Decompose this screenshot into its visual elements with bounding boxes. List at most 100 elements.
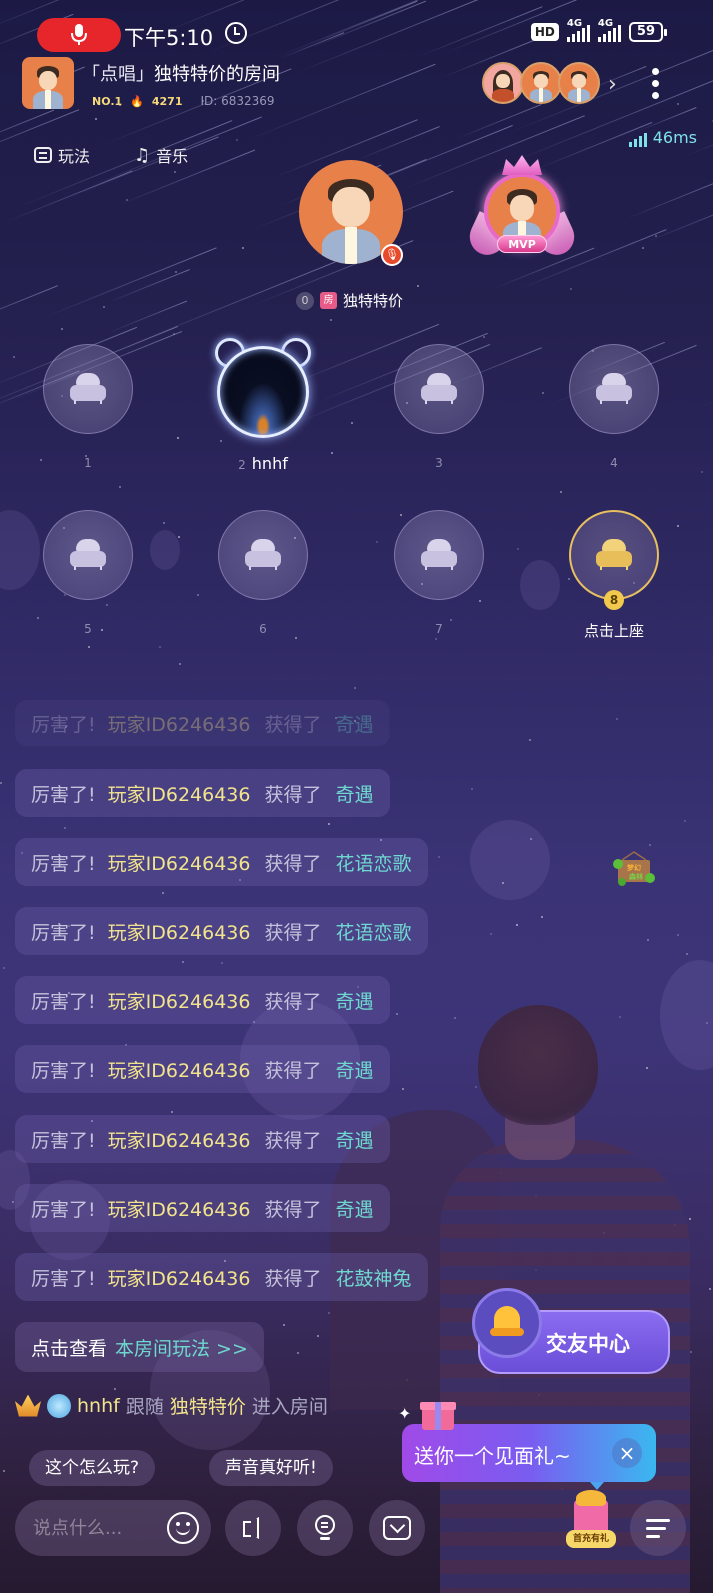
empty-seat[interactable]	[218, 510, 308, 600]
message-prefix: 厉害了!	[31, 990, 96, 1013]
meteor-streak	[315, 0, 418, 43]
seat-label: 3	[374, 456, 504, 470]
chat-message[interactable]: 厉害了! 玩家ID6246436 获得了 奇遇	[15, 1115, 390, 1163]
room-rules-link[interactable]: 本房间玩法 >>	[115, 1334, 248, 1361]
meteor-streak	[107, 269, 191, 304]
seat-number: 5	[84, 622, 92, 636]
followed-username[interactable]: 独特特价	[170, 1392, 246, 1419]
message-prefix: 厉害了!	[31, 1129, 96, 1152]
chat-message[interactable]: 厉害了! 玩家ID6246436 获得了 奇遇	[15, 1045, 390, 1093]
star	[178, 536, 180, 539]
dream-forest-sign-icon[interactable]: 梦幻 森林	[612, 850, 656, 886]
chat-input[interactable]	[33, 1517, 153, 1539]
music-button[interactable]: ♫ 音乐	[134, 140, 188, 170]
empty-seat[interactable]	[394, 344, 484, 434]
friend-center-bell[interactable]	[472, 1288, 542, 1358]
mic-seat-6[interactable]: 6	[218, 510, 308, 636]
online-user-avatar[interactable]	[520, 62, 562, 104]
message-username[interactable]: 玩家ID6246436	[108, 710, 251, 737]
star	[295, 636, 298, 639]
speaker-button[interactable]	[225, 1500, 281, 1556]
star	[471, 787, 474, 790]
message-verb: 获得了	[264, 1267, 322, 1290]
message-gift-name: 奇遇	[335, 713, 374, 736]
online-user-avatar[interactable]	[482, 62, 524, 104]
occupied-seat-avatar[interactable]	[213, 338, 313, 438]
bokeh-light	[470, 820, 550, 900]
message-username[interactable]: 玩家ID6246436	[108, 918, 251, 945]
meteor-streak	[694, 328, 713, 411]
sofa-icon	[596, 373, 632, 405]
star	[395, 1013, 398, 1016]
empty-seat[interactable]	[43, 344, 133, 434]
chat-message[interactable]: 厉害了! 玩家ID6246436 获得了 花鼓神兔	[15, 1253, 428, 1301]
chat-message[interactable]: 厉害了! 玩家ID6246436 获得了 奇遇	[15, 1184, 390, 1232]
mvp-avatar[interactable]: MVP	[463, 155, 581, 261]
online-user-avatar[interactable]	[558, 62, 600, 104]
star	[106, 604, 109, 607]
background-figure	[478, 1005, 598, 1125]
wealth-level-badge-icon	[15, 1394, 41, 1417]
take-seat-label[interactable]: 点击上座	[549, 620, 679, 641]
more-options-icon[interactable]	[652, 68, 659, 99]
latency-value: 46ms	[652, 128, 697, 147]
star	[645, 1067, 648, 1070]
mic-button[interactable]	[297, 1500, 353, 1556]
menu-button[interactable]	[630, 1500, 686, 1556]
mic-seat-2[interactable]: 2 hnhf	[215, 338, 311, 473]
first-charge-gift-button[interactable]: 首充有礼	[566, 1490, 616, 1560]
chevron-right-icon[interactable]: ›	[608, 72, 617, 97]
play-rules-button[interactable]: 玩法	[34, 140, 90, 170]
chat-message[interactable]: 厉害了! 玩家ID6246436 获得了 花语恋歌	[15, 907, 428, 955]
mic-seat-8[interactable]: 8 点击上座	[569, 510, 659, 640]
message-username[interactable]: 玩家ID6246436	[108, 1056, 251, 1083]
star	[95, 117, 98, 120]
status-time: 下午5:10	[124, 26, 214, 50]
meteor-streak	[419, 6, 543, 58]
close-icon[interactable]: ×	[612, 1438, 642, 1468]
mic-seat-1[interactable]: 1	[43, 344, 133, 470]
star	[331, 451, 334, 454]
meteor-streak	[708, 169, 713, 209]
message-button[interactable]	[369, 1500, 425, 1556]
quick-reply-button[interactable]: 这个怎么玩?	[29, 1450, 156, 1486]
empty-seat[interactable]	[394, 510, 484, 600]
play-rules-label: 玩法	[58, 147, 91, 166]
mic-seat-5[interactable]: 5	[43, 510, 133, 636]
chat-message[interactable]: 厉害了! 玩家ID6246436 获得了 奇遇	[15, 976, 390, 1024]
chat-message[interactable]: 厉害了! 玩家ID6246436 获得了 奇遇	[15, 769, 390, 817]
seat-number: 6	[259, 622, 267, 636]
svg-text:梦幻: 梦幻	[627, 863, 641, 872]
message-prefix: 厉害了!	[31, 921, 96, 944]
star	[516, 547, 519, 550]
screen-recording-indicator[interactable]	[37, 18, 121, 52]
message-username[interactable]: 玩家ID6246436	[108, 1126, 251, 1153]
empty-seat[interactable]	[569, 510, 659, 600]
message-username[interactable]: 玩家ID6246436	[108, 1264, 251, 1291]
fire-icon: 🔥	[130, 94, 144, 108]
message-username[interactable]: 玩家ID6246436	[108, 1195, 251, 1222]
room-title[interactable]: 「点唱」独特特价的房间	[82, 60, 280, 86]
host-gift-count: 0	[296, 291, 314, 310]
chat-message[interactable]: 厉害了! 玩家ID6246436 获得了 奇遇	[15, 700, 390, 746]
message-username[interactable]: 玩家ID6246436	[108, 780, 251, 807]
room-id: ID: 6832369	[200, 94, 275, 108]
room-rules-message[interactable]: 点击查看 本房间玩法 >>	[15, 1322, 264, 1372]
quick-reply-button[interactable]: 声音真好听!	[209, 1450, 333, 1486]
message-username[interactable]: 玩家ID6246436	[108, 849, 251, 876]
music-note-icon: ♫	[134, 144, 151, 166]
entered-username[interactable]: hnhf	[77, 1395, 120, 1417]
mic-seat-7[interactable]: 7	[394, 510, 484, 636]
seat-number: 7	[435, 622, 443, 636]
chat-message[interactable]: 厉害了! 玩家ID6246436 获得了 花语恋歌	[15, 838, 428, 886]
empty-seat[interactable]	[569, 344, 659, 434]
mic-seat-3[interactable]: 3	[394, 344, 484, 470]
empty-seat[interactable]	[43, 510, 133, 600]
message-gift-name: 奇遇	[335, 1059, 374, 1082]
online-users-list[interactable]	[482, 62, 600, 104]
room-avatar[interactable]	[22, 57, 74, 109]
star	[540, 915, 543, 918]
emoji-icon[interactable]	[167, 1512, 199, 1544]
message-username[interactable]: 玩家ID6246436	[108, 987, 251, 1014]
mic-seat-4[interactable]: 4	[569, 344, 659, 470]
